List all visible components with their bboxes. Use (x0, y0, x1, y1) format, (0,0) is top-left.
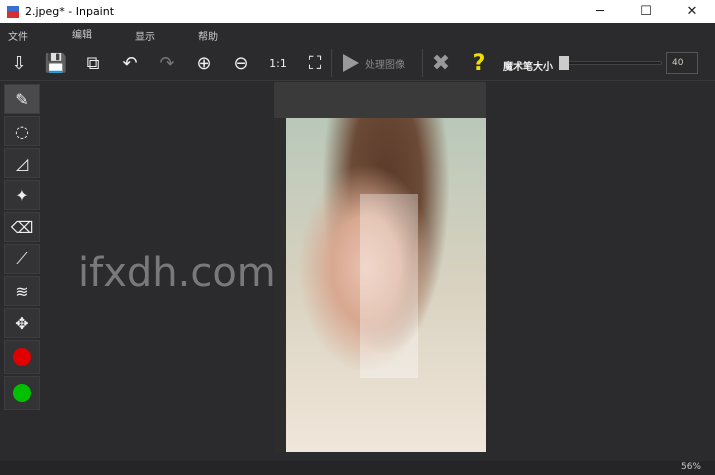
play-icon (343, 54, 359, 72)
toolbar: ⇩ 💾 ⧉ ↶ ↷ ⊕ ⊖ 1:1 ⛶ 处理图像 ✖ ? 魔术笔大小 40 (0, 45, 715, 81)
tool-sidebar: ✎ ◌ ◿ ✦ ⌫ ⟋ ≋ ✥ (4, 84, 42, 412)
preview-icon[interactable]: ⧉ (80, 51, 106, 75)
lasso-tool-icon[interactable]: ◌ (4, 116, 40, 146)
minimize-button[interactable]: ─ (577, 0, 623, 23)
open-icon[interactable]: ⇩ (6, 51, 32, 75)
redo-icon[interactable]: ↷ (154, 51, 180, 75)
move-icon[interactable]: ✥ (4, 308, 40, 338)
zoom-actual-icon[interactable]: 1:1 (265, 51, 291, 75)
save-icon[interactable]: 💾 (43, 51, 69, 75)
title-bar: 2.jpeg* - Inpaint ─ ☐ ✕ (0, 0, 715, 23)
menu-help[interactable]: 帮助 (198, 28, 218, 43)
image-content (274, 118, 286, 452)
brush-size-input[interactable]: 40 (666, 52, 698, 74)
red-color-button[interactable] (4, 340, 40, 374)
magic-wand-icon[interactable]: ✦ (4, 180, 40, 210)
maximize-button[interactable]: ☐ (623, 0, 669, 23)
close-button[interactable]: ✕ (669, 0, 715, 23)
zoom-out-icon[interactable]: ⊖ (228, 51, 254, 75)
menu-bar: 文件 编辑 显示 帮助 (0, 23, 715, 45)
zoom-in-icon[interactable]: ⊕ (191, 51, 217, 75)
brush-size-slider[interactable] (560, 61, 662, 65)
marker-tool-icon[interactable]: ✎ (4, 84, 40, 114)
window-title: 2.jpeg* - Inpaint (25, 5, 115, 18)
line-tool-icon[interactable]: ⟋ (4, 244, 40, 274)
green-color-button[interactable] (4, 376, 40, 410)
brush-size-knob[interactable] (559, 56, 569, 70)
eraser-icon[interactable]: ⌫ (4, 212, 40, 242)
brush-size-label: 魔术笔大小 (503, 62, 553, 73)
process-label: 处理图像 (365, 59, 405, 71)
zoom-status: 56% (680, 462, 701, 472)
undo-icon[interactable]: ↶ (117, 51, 143, 75)
image-canvas[interactable] (274, 82, 486, 452)
zoom-fit-icon[interactable]: ⛶ (302, 51, 328, 75)
process-image-button[interactable]: 处理图像 (337, 50, 405, 76)
cancel-icon[interactable]: ✖ (428, 51, 454, 76)
menu-edit[interactable]: 编辑 (72, 26, 92, 41)
image-content (274, 82, 486, 118)
watermark: ifxdh.com (78, 250, 276, 296)
help-icon[interactable]: ? (466, 51, 492, 76)
layers-icon[interactable]: ≋ (4, 276, 40, 306)
selection-mask (360, 194, 418, 378)
status-bar (0, 461, 715, 475)
polygon-lasso-icon[interactable]: ◿ (4, 148, 40, 178)
menu-view[interactable]: 显示 (135, 28, 155, 43)
menu-file[interactable]: 文件 (8, 28, 28, 43)
app-icon (7, 5, 19, 18)
